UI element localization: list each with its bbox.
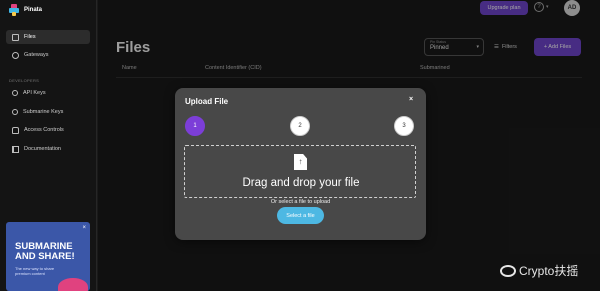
sidebar-item-documentation[interactable]: Documentation bbox=[6, 142, 90, 156]
step-3: 3 bbox=[394, 116, 414, 136]
book-icon bbox=[12, 145, 19, 153]
promo-subtitle: The new way to share premium content bbox=[15, 266, 55, 276]
dropzone-text: Drag and drop your file bbox=[242, 177, 360, 189]
lock-icon bbox=[12, 126, 19, 134]
sidebar-item-label: Submarine Keys bbox=[23, 109, 64, 115]
promo-title-line2: AND SHARE! bbox=[15, 251, 75, 262]
sidebar-item-access-controls[interactable]: Access Controls bbox=[6, 123, 90, 137]
file-dropzone[interactable]: ↑ Drag and drop your file bbox=[184, 145, 416, 198]
globe-icon bbox=[12, 51, 19, 59]
app-name: Pinata bbox=[24, 7, 43, 13]
promo-illustration bbox=[58, 278, 88, 291]
watermark-text: Crypto扶摇 bbox=[519, 264, 579, 278]
close-icon[interactable]: × bbox=[409, 96, 413, 103]
folder-icon bbox=[12, 33, 19, 41]
upload-file-modal: Upload File × 1 2 3 ↑ Drag and drop your… bbox=[175, 88, 426, 240]
step-2: 2 bbox=[290, 116, 310, 136]
sidebar-item-submarine-keys[interactable]: Submarine Keys bbox=[6, 105, 90, 119]
sidebar-item-label: Files bbox=[24, 34, 36, 40]
step-1: 1 bbox=[185, 116, 205, 136]
sidebar-item-label: API Keys bbox=[23, 90, 46, 96]
promo-card[interactable]: × SUBMARINE AND SHARE! The new way to sh… bbox=[6, 222, 90, 291]
sidebar-item-label: Documentation bbox=[24, 146, 61, 152]
key-icon bbox=[12, 109, 18, 115]
sidebar-item-gateways[interactable]: Gateways bbox=[6, 48, 90, 62]
sidebar-item-label: Access Controls bbox=[24, 127, 64, 133]
promo-title: SUBMARINE AND SHARE! bbox=[15, 242, 75, 262]
section-label-developers: DEVELOPERS bbox=[9, 78, 40, 83]
sidebar-item-api-keys[interactable]: API Keys bbox=[6, 86, 90, 100]
key-icon bbox=[12, 90, 18, 96]
pinata-logo-icon bbox=[9, 4, 21, 16]
close-icon[interactable]: × bbox=[82, 225, 86, 231]
weibo-logo-icon bbox=[500, 264, 516, 277]
watermark: Crypto扶摇 bbox=[500, 262, 578, 279]
sidebar-item-label: Gateways bbox=[24, 52, 49, 58]
modal-title: Upload File bbox=[185, 97, 229, 106]
or-select-text: Or select a file to upload bbox=[270, 199, 331, 205]
sidebar: Pinata Files Gateways DEVELOPERS API Key… bbox=[0, 0, 97, 291]
sidebar-item-files[interactable]: Files bbox=[6, 30, 90, 44]
upload-arrow-icon: ↑ bbox=[298, 157, 303, 166]
select-file-button[interactable]: Select a file bbox=[277, 207, 324, 224]
app-logo[interactable]: Pinata bbox=[9, 4, 42, 16]
